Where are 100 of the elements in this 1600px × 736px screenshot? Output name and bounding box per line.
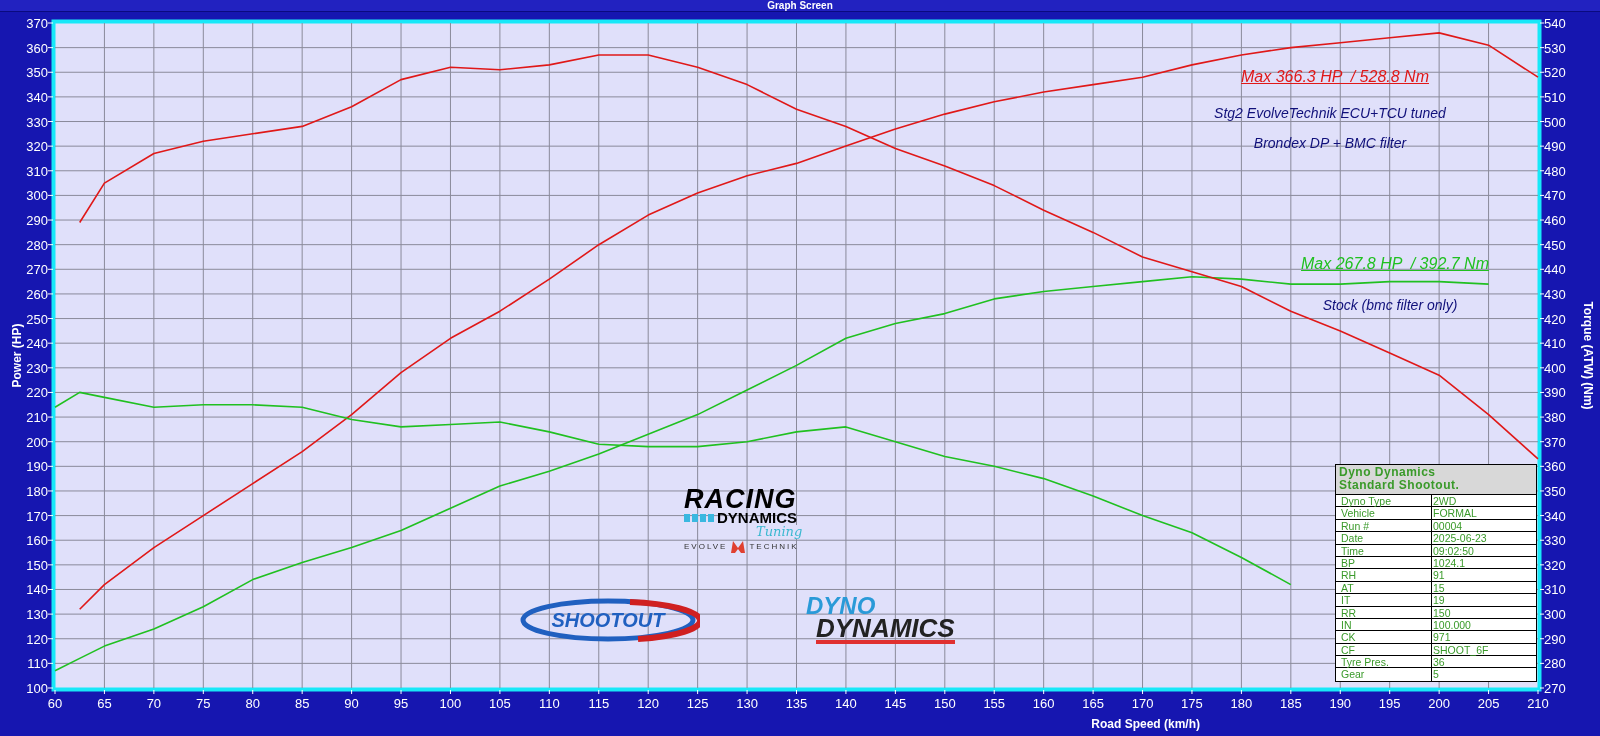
axis-tick-label: 270 (1544, 681, 1566, 696)
logo-text: SHOOTOUT (551, 609, 665, 631)
axis-tick-label: 170 (1131, 696, 1154, 711)
table-title: Dyno Dynamics (1339, 466, 1437, 479)
logo-text: DYNAMICS (816, 616, 955, 644)
table-cell-text: 36 (1432, 656, 1446, 668)
table-cell: CK (1336, 631, 1432, 643)
axis-tick-label: 85 (294, 696, 310, 711)
table-cell: Gear (1336, 668, 1432, 681)
axis-tick-label: 165 (1082, 696, 1104, 711)
axis-tick-label: 160 (26, 533, 48, 549)
axis-tick-label: 400 (1544, 360, 1566, 376)
axis-tick-label: 95 (393, 696, 409, 711)
axis-tick-label: 470 (1544, 188, 1566, 204)
axis-tick-label: 200 (26, 434, 48, 450)
table-cell-text: 19 (1432, 594, 1446, 606)
logo-text: Tuning (754, 525, 805, 539)
axis-tick-label: 510 (1544, 89, 1566, 105)
axis-tick-label: 185 (1280, 696, 1302, 711)
axis-tick-label: 310 (1544, 582, 1566, 598)
table-cell: Vehicle (1336, 507, 1432, 519)
axis-tick-label: 360 (26, 40, 48, 56)
axis-tick-label: 460 (1544, 213, 1566, 229)
axis-tick-label: 260 (26, 286, 48, 302)
table-cell: CF (1336, 643, 1432, 656)
caption: Stg2 EvolveTechnik ECU+TCU tuned (1214, 105, 1446, 121)
table-cell: IT (1336, 594, 1432, 606)
axis-tick-label: 90 (344, 696, 359, 711)
table-cell-text: 150 (1432, 606, 1452, 618)
logo-text: DYNO (806, 596, 877, 616)
axis-tick-label: 310 (26, 163, 48, 179)
table-cell-text: 971 (1432, 631, 1452, 643)
axis-tick-label: 110 (27, 656, 48, 672)
table-cell-text: 15 (1432, 581, 1446, 594)
logo-text: RACING (684, 487, 797, 511)
table-cell: Time (1336, 544, 1432, 556)
axis-tick-label: 430 (1544, 286, 1566, 302)
axis-tick-label: 195 (1378, 696, 1401, 711)
axis-tick-label: 60 (47, 696, 63, 711)
axis-tick-label: 75 (196, 696, 211, 711)
table-cell: BP (1336, 556, 1432, 569)
axis-tick-label: 420 (1544, 311, 1566, 327)
axis-tick-label: 65 (97, 696, 112, 711)
axis-tick-label: 200 (1428, 696, 1450, 711)
axis-tick-label: 120 (637, 696, 660, 711)
table-cell: Tyre Pres. (1336, 656, 1432, 668)
axis-tick-label: 320 (1544, 557, 1566, 573)
axis-tick-label: 115 (588, 696, 610, 711)
caption: Brondex DP + BMC filter (1253, 135, 1407, 151)
table-cell: IN (1336, 618, 1432, 631)
axis-tick-label: 140 (835, 696, 857, 711)
table-cell-text: 2025-06-23 (1432, 532, 1488, 544)
axis-tick-label: 270 (26, 262, 48, 278)
axis-tick-label: 180 (1230, 696, 1253, 711)
logo-text: DYNAMICS (717, 511, 797, 525)
table-cell-text: 2WD (1432, 495, 1458, 507)
axis-tick-label: 110 (538, 696, 560, 711)
axis-tick-label: 240 (26, 336, 48, 352)
axis-tick-label: 370 (26, 16, 48, 31)
axis-tick-label: 280 (1544, 656, 1566, 672)
axis-tick-label: 360 (1544, 459, 1566, 475)
axis-tick-label: 145 (884, 696, 907, 711)
axis-tick-label: 105 (489, 696, 511, 711)
table-cell: Run # (1336, 519, 1432, 532)
axis-tick-label: 150 (933, 696, 956, 711)
axis-title: Road Speed (km/h) (1091, 717, 1200, 731)
axis-title: Torque (ATW) (Nm) (1581, 301, 1595, 410)
peak-label: Max 267.8 HP / 392.7 Nm (1301, 255, 1489, 272)
axis-tick-label: 205 (1477, 696, 1500, 711)
axis-tick-label: 190 (26, 459, 48, 475)
axis-title: Power (HP) (10, 323, 24, 388)
axis-tick-label: 410 (1544, 336, 1566, 352)
axis-tick-label: 530 (1544, 40, 1566, 56)
axis-tick-label: 160 (1032, 696, 1055, 711)
axis-tick-label: 320 (26, 139, 48, 155)
axis-tick-label: 330 (1544, 533, 1566, 549)
axis-tick-label: 480 (1544, 163, 1566, 179)
axis-tick-label: 450 (1544, 237, 1566, 253)
axis-tick-label: 300 (26, 188, 48, 204)
stripes-icon (684, 513, 714, 523)
peak-label: Max 366.3 HP / 528.8 Nm (1241, 68, 1429, 85)
axis-tick-label: 520 (1544, 65, 1566, 81)
axis-tick-label: 220 (26, 385, 48, 401)
axis-tick-label: 190 (1329, 696, 1352, 711)
table-cell-text: 1024.1 (1432, 556, 1467, 569)
table-cell-text: 100.000 (1432, 618, 1472, 631)
axis-tick-label: 100 (26, 681, 48, 696)
axis-tick-label: 150 (26, 557, 48, 573)
axis-tick-label: 130 (736, 696, 758, 711)
caption: Stock (bmc filter only) (1322, 297, 1458, 313)
table-cell-text: 91 (1432, 569, 1446, 581)
axis-tick-label: 300 (1544, 607, 1566, 623)
table-cell-text: FORMAL (1432, 507, 1478, 519)
axis-tick-label: 120 (26, 631, 48, 647)
axis-tick-label: 100 (439, 696, 462, 711)
window-title: Graph Screen (767, 0, 833, 11)
axis-tick-label: 210 (1527, 696, 1549, 711)
table-title: Standard Shootout. (1339, 479, 1461, 492)
table-cell: AT (1336, 581, 1432, 594)
table-cell: RH (1336, 569, 1432, 581)
